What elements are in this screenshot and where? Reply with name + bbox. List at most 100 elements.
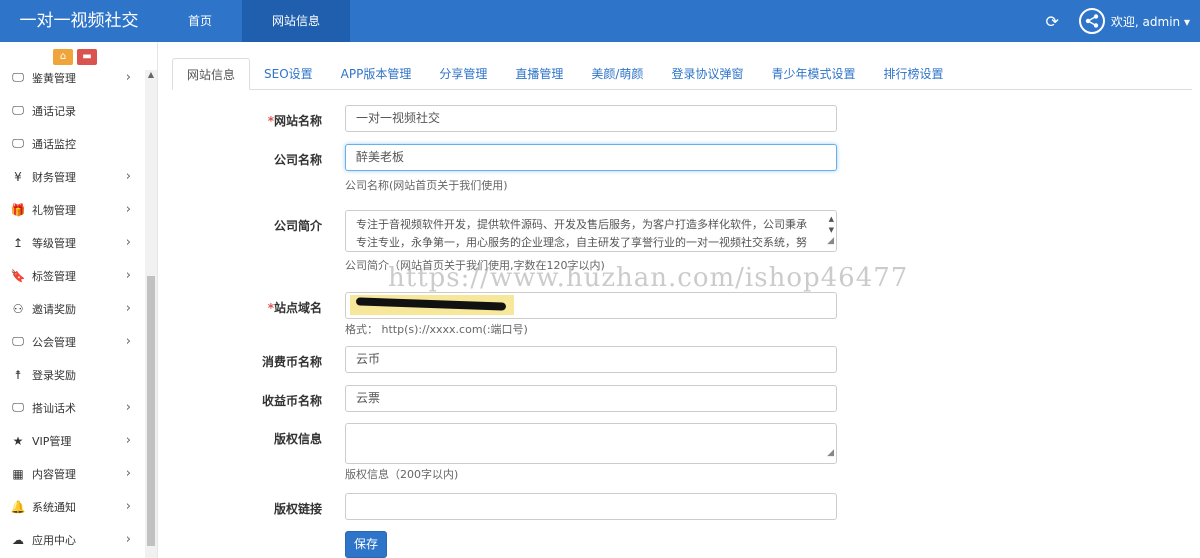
copyright-link-input[interactable] (345, 493, 837, 520)
chevron-right-icon: › (125, 400, 131, 415)
tab[interactable]: 直播管理 (501, 58, 577, 90)
company-intro-text: 专注于音视频软件开发，提供软件源码、开发及售后服务，为客户打造多样化软件，公司秉… (356, 218, 807, 249)
sidebar-item-label: 标签管理 (32, 269, 76, 283)
tab[interactable]: 排行榜设置 (869, 58, 957, 90)
sidebar-item-label: 登录奖励 (32, 368, 76, 382)
sidebar-item-label: 邀请奖励 (32, 302, 76, 316)
chevron-right-icon: › (125, 268, 131, 283)
watermark-text: https://www.huzhan.com/ishop46477 (388, 263, 909, 293)
sidebar-item[interactable]: 🖵 鉴黄管理 › (0, 61, 145, 94)
sidebar-item[interactable]: ★ VIP管理 › (0, 424, 145, 457)
sidebar-item[interactable]: ¥ 财务管理 › (0, 160, 145, 193)
coin-name-label: 消费币名称 (261, 355, 322, 369)
chevron-right-icon: › (125, 169, 131, 184)
sidebar-menu: 🖵 鉴黄管理 › 🖵 通话记录 🖵 通话监控 ¥ 财务管理 › 🎁 礼物管理 › ↥ 等级管理 › 🔖 标签管理 ›… (0, 61, 145, 556)
save-button[interactable]: 保存 (345, 531, 387, 558)
scroll-up-icon[interactable]: ▲ (145, 70, 157, 82)
tab[interactable]: 分享管理 (425, 58, 501, 90)
sidebar-item[interactable]: ↥ 等级管理 › (0, 226, 145, 259)
resize-grip-icon[interactable]: ◢ (827, 232, 834, 250)
gift-icon: 🎁 (10, 202, 26, 217)
monitor-icon: 🖵 (12, 334, 24, 348)
chevron-right-icon: › (125, 202, 131, 217)
sidebar-item-label: 通话记录 (32, 104, 76, 118)
coin-name-input[interactable]: 云币 (345, 346, 837, 373)
monitor-icon: 🖵 (12, 400, 24, 414)
sidebar-item-label: 应用中心 (32, 533, 76, 547)
income-coin-input[interactable]: 云票 (345, 385, 837, 412)
tab[interactable]: 美颜/萌颜 (577, 58, 657, 90)
sidebar: ⌂ ▬ 🖵 鉴黄管理 › 🖵 通话记录 🖵 通话监控 ¥ 财务管理 › 🎁 礼物管理 › ↥ 等级管理 › 🔖 标… (0, 42, 158, 558)
tab[interactable]: 青少年模式设置 (757, 58, 869, 90)
bell-icon: 🔔 (10, 499, 26, 514)
sidebar-item[interactable]: 🎁 礼物管理 › (0, 193, 145, 226)
copyright-link-label: 版权链接 (273, 502, 322, 516)
chevron-right-icon: › (125, 466, 131, 481)
chevron-right-icon: › (125, 235, 131, 250)
resize-grip-icon[interactable]: ◢ (827, 444, 834, 462)
sidebar-item-label: 等级管理 (32, 236, 76, 250)
topnav-site-info[interactable]: 网站信息 (242, 0, 351, 42)
site-domain-help: 格式： http(s)://xxxx.com(:端口号) (345, 323, 528, 336)
sidebar-item-label: 通话监控 (32, 137, 76, 151)
user-menu[interactable]: 欢迎, admin ▾ (1111, 13, 1190, 30)
sidebar-item[interactable]: 🖵 公会管理 › (0, 325, 145, 358)
star-icon: ★ (12, 433, 24, 448)
monitor-icon: 🖵 (12, 136, 24, 150)
sidebar-item-label: 鉴黄管理 (32, 71, 76, 85)
monitor-icon: 🖵 (12, 70, 24, 84)
company-intro-label: 公司简介 (273, 219, 322, 233)
tab[interactable]: APP版本管理 (327, 58, 426, 90)
settings-tabs: 网站信息 SEO设置 APP版本管理 分享管理 直播管理 美颜/萌颜 登录协议弹窗 青少年模式… (172, 58, 1192, 90)
sidebar-item[interactable]: 🔔 系统通知 › (0, 490, 145, 523)
yen-icon: ¥ (14, 169, 22, 184)
header-actions: ⟳ 欢迎, admin ▾ (1046, 0, 1190, 42)
sidebar-item[interactable]: ▦ 内容管理 › (0, 457, 145, 490)
monitor-icon: 🖵 (12, 103, 24, 117)
company-name-label: 公司名称 (273, 153, 322, 167)
top-bar: 一对一视频社交 首页 网站信息 ⟳ 欢迎, admin ▾ (0, 0, 1200, 42)
top-nav: 首页 网站信息 (158, 0, 351, 42)
sidebar-item[interactable]: ⚇ 邀请奖励 › (0, 292, 145, 325)
topnav-home[interactable]: 首页 (158, 0, 242, 42)
sidebar-item-label: 财务管理 (32, 170, 76, 184)
copyright-textarea[interactable]: ◢ (345, 423, 837, 464)
sidebar-item[interactable]: 🖵 搭讪话术 › (0, 391, 145, 424)
refresh-icon[interactable]: ⟳ (1046, 12, 1059, 31)
sidebar-scrollbar[interactable]: ▲ (145, 70, 157, 558)
sidebar-item-label: 搭讪话术 (32, 401, 76, 415)
tab[interactable]: 登录协议弹窗 (657, 58, 757, 90)
bookmark-icon: 🔖 (10, 268, 26, 283)
chevron-right-icon: › (125, 301, 131, 316)
company-name-input[interactable]: 醉美老板 (345, 144, 837, 171)
sidebar-item[interactable]: 🖵 通话记录 (0, 94, 145, 127)
brand-title: 一对一视频社交 (0, 0, 158, 42)
tab[interactable]: SEO设置 (250, 58, 327, 90)
sidebar-item[interactable]: ☁ 应用中心 › (0, 523, 145, 556)
sidebar-item[interactable]: ☨ 登录奖励 (0, 358, 145, 391)
sidebar-item-label: VIP管理 (32, 434, 72, 448)
scroll-thumb[interactable] (147, 276, 155, 546)
grid-icon: ▦ (12, 466, 24, 481)
cloud-icon: ☁ (12, 532, 24, 547)
child-icon: ☨ (14, 367, 22, 382)
tab[interactable]: 网站信息 (172, 58, 251, 90)
sitemap-icon: ⚇ (12, 301, 24, 316)
copyright-help: 版权信息（200字以内) (345, 468, 459, 481)
income-coin-label: 收益币名称 (261, 394, 322, 408)
chevron-right-icon: › (125, 532, 131, 547)
sidebar-item-label: 公会管理 (32, 335, 76, 349)
sidebar-item[interactable]: 🖵 通话监控 (0, 127, 145, 160)
site-name-label: *网站名称 (267, 114, 322, 128)
chevron-right-icon: › (125, 499, 131, 514)
company-intro-textarea[interactable]: 专注于音视频软件开发，提供软件源码、开发及售后服务，为客户打造多样化软件，公司秉… (345, 210, 837, 252)
avatar[interactable] (1078, 8, 1105, 34)
share-icon (1085, 14, 1099, 28)
sidebar-item[interactable]: 🔖 标签管理 › (0, 259, 145, 292)
company-name-help: 公司名称(网站首页关于我们使用) (345, 179, 508, 192)
chevron-right-icon: › (125, 334, 131, 349)
sidebar-item-label: 礼物管理 (32, 203, 76, 217)
site-name-input[interactable]: 一对一视频社交 (345, 105, 837, 132)
sidebar-item-label: 内容管理 (32, 467, 76, 481)
copyright-label: 版权信息 (273, 432, 322, 446)
